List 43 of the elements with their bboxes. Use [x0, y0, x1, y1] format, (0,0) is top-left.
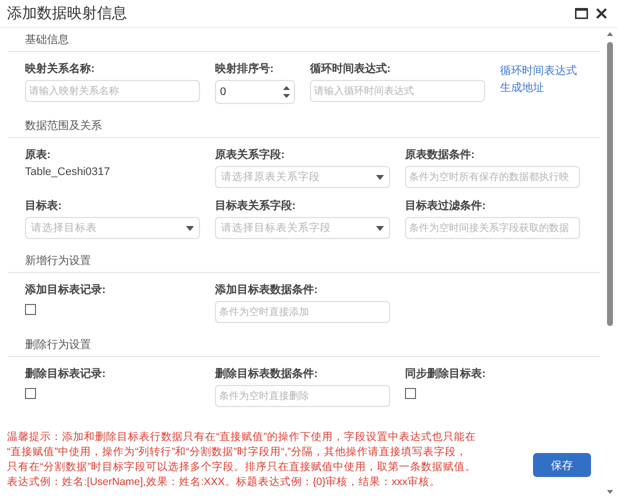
text-input[interactable]: 条件为空时所有保存的数据都执行映 [405, 166, 580, 188]
hint-text: 温馨提示：添加和删除目标表行数据只有在“直接赋值”的操作下使用，字段设置中表达式也只能在 [7, 430, 477, 445]
hint-text: 表达式例：姓名:[UserName],效果：姓名:XXX。标题表达式例：{0}审核，结果：xxx审核。 [7, 475, 442, 490]
close-button[interactable] [596, 8, 607, 19]
field-label: 原表数据条件: [405, 148, 476, 162]
section-header: 数据范围及关系 [8, 118, 600, 138]
spinner-icon[interactable] [283, 86, 290, 98]
section-header: 基础信息 [8, 32, 600, 52]
field-label: 删除目标表记录: [25, 366, 107, 381]
maximize-button[interactable] [575, 8, 588, 19]
field-label: 添加目标表数据条件: [215, 282, 319, 297]
checkbox[interactable] [25, 304, 36, 315]
field-label: 目标表: [25, 198, 63, 213]
checkbox[interactable] [405, 388, 416, 399]
caret-icon [376, 174, 384, 180]
caret-icon [376, 226, 384, 230]
field-label: 映射关系名称: [25, 62, 96, 76]
field-label: 映射排序号: [215, 62, 275, 76]
field-label: 目标表过滤条件: [405, 198, 487, 213]
caret-icon [186, 226, 194, 230]
window-title: 添加数据映射信息 [7, 4, 128, 23]
section-header: 删除行为设置 [8, 337, 600, 357]
text-input[interactable]: 条件为空时直接删除 [215, 385, 390, 407]
text-input[interactable]: 条件为空时间接关系字段获取的数据 [405, 217, 580, 239]
text-input[interactable]: 请输入循环时间表达式 [310, 80, 485, 102]
field-label: 删除目标表数据条件: [215, 366, 319, 381]
field-label: 目标表关系字段: [215, 198, 297, 213]
field-label: 循环时间表达式: [310, 62, 392, 76]
field-label: 同步删除目标表: [405, 366, 487, 381]
checkbox[interactable] [25, 388, 36, 399]
link[interactable]: 生成地址 [500, 82, 580, 95]
field-label: 原表关系字段: [215, 148, 286, 162]
hint-text: “直接赋值”中使用，操作为“列转行”和“分割数据”时字段用“,”分隔，其他操作请直接填写表字段， [7, 445, 468, 460]
save-button[interactable]: 保存 [533, 453, 591, 477]
field-label: 原表: [25, 148, 52, 162]
link[interactable]: 循环时间表达式 [500, 65, 580, 78]
hint-text: 只有在“分割数据”时目标字段可以选择多个字段。排序只在直接赋值中使用，取第一条数据赋值。 [7, 460, 477, 475]
field-value: Table_Ceshi0317 [25, 166, 112, 178]
number-input[interactable]: 0 [215, 80, 295, 104]
field-label: 添加目标表记录: [25, 282, 107, 297]
text-input[interactable]: 请输入映射关系名称 [25, 80, 200, 102]
section-header: 新增行为设置 [8, 253, 600, 273]
text-input[interactable]: 条件为空时直接添加 [215, 301, 390, 323]
